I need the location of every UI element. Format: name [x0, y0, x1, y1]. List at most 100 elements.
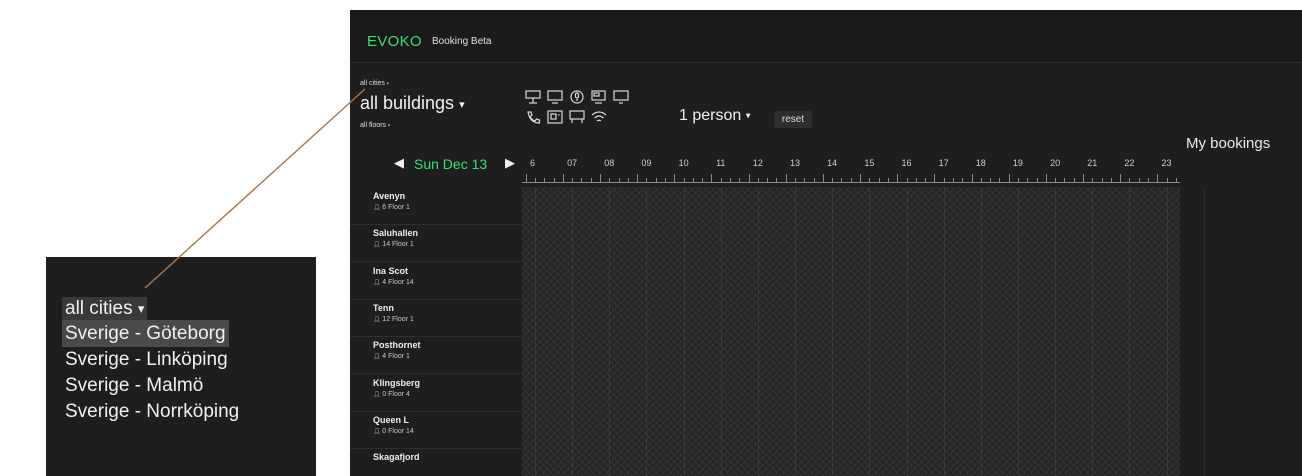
- grid-hour-line: [684, 187, 685, 476]
- tv-icon[interactable]: [612, 90, 630, 104]
- timeline-tick: [795, 178, 796, 182]
- room-capacity: 👤︎ 14 Floor 1: [373, 241, 414, 248]
- chevron-down-icon: ▾: [459, 98, 465, 111]
- display-icon[interactable]: [524, 90, 542, 104]
- current-date: Sun Dec 13: [414, 156, 488, 172]
- room-row[interactable]: Ina Scot 👤︎ 4 Floor 14: [350, 262, 522, 300]
- timeline-tick: [1176, 178, 1177, 182]
- room-meta-text: 14 Floor 1: [382, 241, 414, 249]
- prev-day-icon[interactable]: ◀: [394, 155, 404, 171]
- city-option[interactable]: Sverige - Norrköping: [62, 398, 242, 425]
- monitor-icon[interactable]: [590, 90, 608, 104]
- timeline-tick: [656, 178, 657, 182]
- timeline-tick: [702, 178, 703, 182]
- grid-hour-line: [981, 187, 982, 476]
- reset-button[interactable]: reset: [774, 111, 812, 128]
- timeline-tick: [962, 178, 963, 182]
- zoom-cities-header[interactable]: all cities ▾: [62, 297, 148, 321]
- zoom-cities-label: all cities: [65, 298, 133, 320]
- next-day-icon[interactable]: ▶: [505, 155, 515, 171]
- timeline-tick: [1027, 178, 1028, 182]
- timeline-tick: [823, 174, 824, 182]
- room-capacity: 👤︎ 0 Floor 14: [373, 428, 414, 435]
- timeline-tick: [554, 178, 555, 182]
- timeline-tick: [1139, 178, 1140, 182]
- timeline-tick: [786, 174, 787, 182]
- room-name: Posthornet: [373, 340, 421, 351]
- timeline-tick: [693, 178, 694, 182]
- timeline-tick: [600, 174, 601, 182]
- room-capacity: 👤︎ 0 Floor 4: [373, 391, 410, 398]
- room-row[interactable]: Queen L 👤︎ 0 Floor 14: [350, 411, 522, 449]
- grid-hour-line: [1092, 187, 1093, 476]
- grid-hour-line: [1018, 187, 1019, 476]
- timeline-tick: [916, 178, 917, 182]
- whiteboard-icon[interactable]: [568, 110, 586, 124]
- wifi-icon[interactable]: [590, 110, 608, 124]
- city-option[interactable]: Sverige - Göteborg: [62, 320, 229, 347]
- hour-label: 07: [567, 158, 578, 168]
- timeline-tick: [1064, 178, 1065, 182]
- timeline-tick: [1092, 178, 1093, 182]
- room-row[interactable]: Skagafjord: [350, 448, 522, 476]
- cities-dropdown[interactable]: all cities ▾: [360, 80, 389, 87]
- hour-label: 11: [716, 158, 726, 168]
- person-icon: 👤︎: [373, 279, 383, 286]
- grid-hour-line: [1055, 187, 1056, 476]
- timeline-tick: [749, 174, 750, 182]
- microphone-icon[interactable]: [568, 90, 586, 104]
- room-row[interactable]: Posthornet 👤︎ 4 Floor 1: [350, 336, 522, 375]
- timeline-tick: [944, 178, 945, 182]
- grid-hour-line: [869, 187, 870, 476]
- timeline-tick: [1129, 178, 1130, 182]
- person-icon: 👤︎: [373, 391, 383, 398]
- timeline-tick: [526, 174, 527, 182]
- timeline-tick: [814, 178, 815, 182]
- timeline-tick: [879, 178, 880, 182]
- hour-label: 19: [1012, 158, 1023, 168]
- hour-label: 21: [1087, 158, 1098, 168]
- timeline-tick: [1055, 178, 1056, 182]
- zoomed-cities-dropdown: all cities ▾ Sverige - Göteborg Sverige -…: [46, 257, 316, 476]
- room-capacity: 👤︎ 12 Floor 1: [373, 316, 414, 323]
- room-meta-text: 6 Floor 1: [382, 204, 410, 211]
- timeline-tick: [860, 174, 861, 182]
- chevron-down-icon: ▾: [745, 110, 751, 122]
- timeline-tick: [591, 178, 592, 182]
- grid-hour-line: [1129, 187, 1130, 476]
- buildings-dropdown[interactable]: all buildings ▾: [360, 93, 465, 114]
- grid-hour-line: [758, 187, 759, 476]
- grid-hour-line: [1204, 187, 1205, 476]
- timeline-tick: [1009, 174, 1010, 182]
- room-row[interactable]: Avenyn 👤︎ 6 Floor 1: [350, 187, 522, 225]
- city-option[interactable]: Sverige - Malmö: [62, 372, 206, 399]
- city-option[interactable]: Sverige - Linköping: [62, 346, 231, 373]
- video-icon[interactable]: [546, 110, 564, 124]
- persons-dropdown[interactable]: 1 person ▾: [679, 107, 751, 125]
- booking-grid[interactable]: [522, 187, 1205, 476]
- persons-label: 1 person: [679, 107, 742, 124]
- room-capacity: 👤︎ 4 Floor 14: [373, 279, 414, 286]
- floors-dropdown[interactable]: all floors ▾: [360, 122, 390, 129]
- room-row[interactable]: Klingsberg 👤︎ 0 Floor 4: [350, 374, 522, 412]
- screen-icon[interactable]: [546, 90, 564, 104]
- booking-app-window: EVOKO Booking Beta all cities ▾ all buil…: [350, 10, 1302, 476]
- chevron-down-icon: ▾: [137, 301, 145, 316]
- timeline-tick: [907, 178, 908, 182]
- room-name: Klingsberg: [373, 377, 421, 388]
- room-row[interactable]: Tenn 👤︎ 12 Floor 1: [350, 299, 522, 337]
- room-meta-text: 0 Floor 4: [382, 390, 410, 398]
- room-row[interactable]: Saluhallen 👤︎ 14 Floor 1: [350, 224, 522, 263]
- timeline-tick: [1083, 174, 1084, 182]
- timeline-tick: [888, 178, 889, 182]
- grid-hour-line: [572, 187, 573, 476]
- room-name: Queen L: [373, 414, 410, 425]
- timeline-ruler: [522, 170, 1180, 183]
- timeline-tick: [637, 174, 638, 182]
- grid-hour-line: [721, 187, 722, 476]
- timeline-tick: [804, 178, 805, 182]
- phone-icon[interactable]: [524, 110, 542, 124]
- grid-hour-line: [795, 187, 796, 476]
- hour-label: 15: [864, 158, 875, 168]
- timeline-tick: [990, 178, 991, 182]
